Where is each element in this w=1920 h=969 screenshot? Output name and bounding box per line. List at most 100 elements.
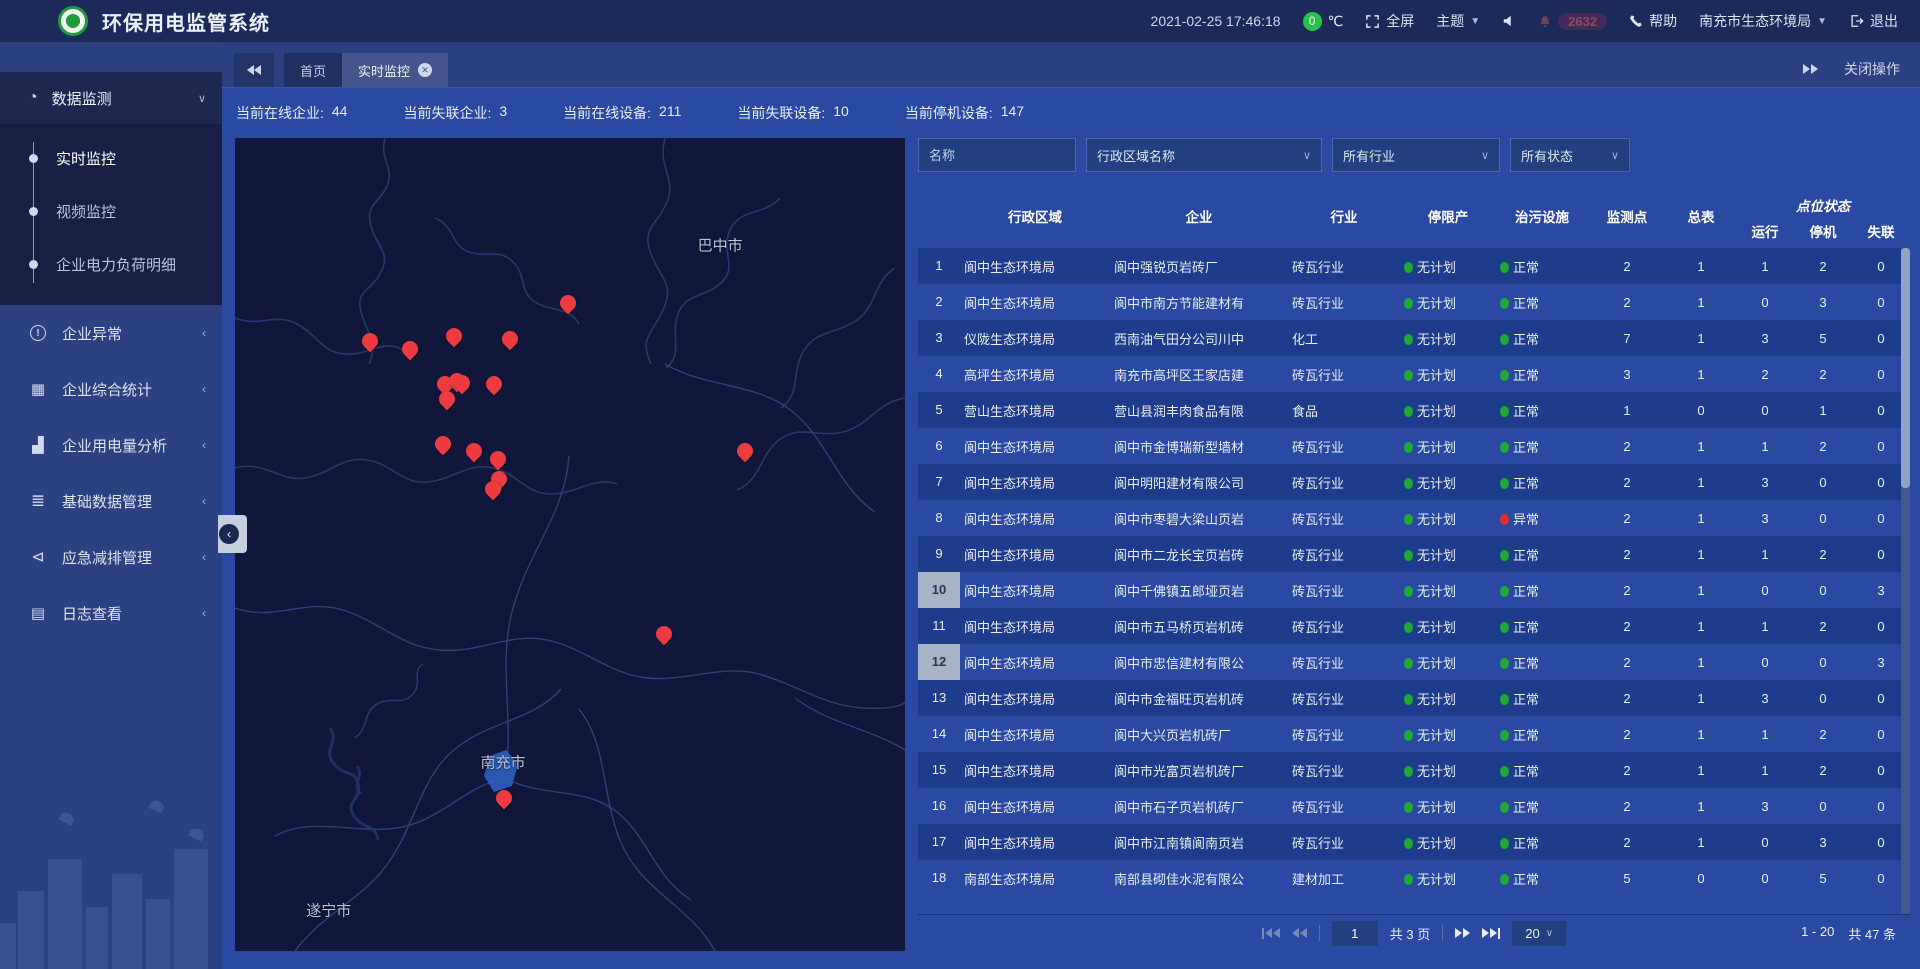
table-row[interactable]: 2 阆中生态环境局 阆中市南方节能建材有 砖瓦行业 无计划 正常 bbox=[918, 284, 1910, 320]
map-pin-icon[interactable] bbox=[445, 328, 463, 346]
table-row[interactable]: 1 阆中生态环境局 阆中强锐页岩砖厂 砖瓦行业 无计划 正常 2 bbox=[918, 248, 1910, 284]
mute-button[interactable] bbox=[1502, 14, 1516, 28]
row-index: 18 bbox=[918, 860, 960, 896]
close-icon[interactable]: ✕ bbox=[418, 63, 432, 77]
help-button[interactable]: 帮助 bbox=[1629, 11, 1677, 31]
sidebar-item[interactable]: 基础数据管理 ‹ bbox=[0, 473, 222, 529]
map-pin-icon[interactable] bbox=[501, 331, 519, 349]
bullet-dot-icon bbox=[29, 154, 38, 163]
table-row[interactable]: 7 阆中生态环境局 阆中明阳建材有限公司 砖瓦行业 无计划 正常 bbox=[918, 464, 1910, 500]
treatment-label: 正常 bbox=[1513, 332, 1539, 347]
sidebar-subitem[interactable]: 视频监控 bbox=[0, 185, 222, 238]
industry-select[interactable]: 所有行业 ∨ bbox=[1332, 138, 1500, 172]
table-row[interactable]: 15 阆中生态环境局 阆中市光富页岩机砖厂 砖瓦行业 无计划 正常 bbox=[918, 752, 1910, 788]
cell-run: 0 bbox=[1736, 403, 1794, 418]
stat-value: 3 bbox=[499, 103, 507, 123]
map-pin-icon[interactable] bbox=[736, 443, 754, 461]
first-page-button[interactable] bbox=[1262, 928, 1280, 939]
fullscreen-button[interactable]: 全屏 bbox=[1365, 11, 1414, 31]
app-logo-icon bbox=[58, 6, 88, 36]
cell-monitor-points: 2 bbox=[1588, 763, 1666, 778]
table-row[interactable]: 5 营山生态环境局 营山县润丰肉食品有限 食品 无计划 正常 1 bbox=[918, 392, 1910, 428]
close-operations-button[interactable]: 关闭操作 bbox=[1844, 59, 1900, 79]
logout-button[interactable]: 退出 bbox=[1849, 11, 1898, 31]
sidebar-item[interactable]: 日志查看 ‹ bbox=[0, 585, 222, 641]
map-pin-icon[interactable] bbox=[401, 341, 419, 359]
table-row[interactable]: 11 阆中生态环境局 阆中市五马桥页岩机砖 砖瓦行业 无计划 正常 bbox=[918, 608, 1910, 644]
status-dot-icon bbox=[1404, 658, 1413, 669]
sidebar-item-label: 日志查看 bbox=[62, 603, 122, 624]
table-row[interactable]: 4 高坪生态环境局 南充市高坪区王家店建 砖瓦行业 无计划 正常 bbox=[918, 356, 1910, 392]
tabs-scroll-right-button[interactable] bbox=[1803, 64, 1818, 74]
table-row[interactable]: 8 阆中生态环境局 阆中市枣碧大梁山页岩 砖瓦行业 无计划 异常 bbox=[918, 500, 1910, 536]
map-pin-icon[interactable] bbox=[434, 436, 452, 454]
table-scrollbar[interactable] bbox=[1901, 248, 1910, 914]
cell-company: 阆中市忠信建材有限公 bbox=[1110, 653, 1288, 672]
table-row[interactable]: 13 阆中生态环境局 阆中市金福旺页岩机砖 砖瓦行业 无计划 正常 bbox=[918, 680, 1910, 716]
sidebar-subitem[interactable]: 实时监控 bbox=[0, 132, 222, 185]
tabs-scroll-left-button[interactable] bbox=[234, 53, 274, 87]
notifications-button[interactable]: 2632 bbox=[1538, 13, 1607, 30]
row-index: 9 bbox=[918, 536, 960, 572]
cell-treatment: 正常 bbox=[1496, 617, 1588, 636]
map-city-label: 遂宁市 bbox=[306, 900, 351, 921]
map-pin-icon[interactable] bbox=[484, 481, 502, 499]
col-total-meter: 总表 bbox=[1666, 206, 1736, 226]
table-row[interactable]: 16 阆中生态环境局 阆中市石子页岩机砖厂 砖瓦行业 无计划 正常 bbox=[918, 788, 1910, 824]
sidebar-item[interactable]: 企业异常 ‹ bbox=[0, 305, 222, 361]
sidebar-subitem[interactable]: 企业电力负荷明细 bbox=[0, 238, 222, 291]
table-row[interactable]: 18 南部生态环境局 南部县砌佳水泥有限公 建材加工 无计划 正常 bbox=[918, 860, 1910, 896]
tab-home[interactable]: 首页 bbox=[284, 53, 342, 87]
cell-run: 3 bbox=[1736, 799, 1794, 814]
stat-value: 44 bbox=[332, 103, 348, 123]
stop-limit-label: 无计划 bbox=[1417, 332, 1456, 347]
map-pin-icon[interactable] bbox=[438, 391, 456, 409]
region-select[interactable]: 行政区域名称 ∨ bbox=[1086, 138, 1322, 172]
table-row[interactable]: 14 阆中生态环境局 阆中大兴页岩机砖厂 砖瓦行业 无计划 正常 bbox=[918, 716, 1910, 752]
map-pin-icon[interactable] bbox=[361, 333, 379, 351]
cell-run: 3 bbox=[1736, 691, 1794, 706]
map-pin-icon[interactable] bbox=[485, 376, 503, 394]
cell-total-meter: 1 bbox=[1666, 547, 1736, 562]
map-pin-icon[interactable] bbox=[453, 375, 471, 393]
last-page-button[interactable] bbox=[1482, 928, 1500, 939]
map-pin-icon[interactable] bbox=[655, 626, 673, 644]
divider bbox=[1319, 925, 1320, 941]
map-pin-icon[interactable] bbox=[465, 443, 483, 461]
map-pin-icon[interactable] bbox=[489, 451, 507, 469]
next-page-button[interactable] bbox=[1455, 928, 1470, 938]
table-row[interactable]: 17 阆中生态环境局 阆中市江南镇阆南页岩 砖瓦行业 无计划 正常 bbox=[918, 824, 1910, 860]
theme-dropdown[interactable]: 主题 ▼ bbox=[1436, 11, 1480, 31]
tab-realtime-monitoring[interactable]: 实时监控 ✕ bbox=[342, 53, 448, 87]
cell-region: 阆中生态环境局 bbox=[960, 473, 1110, 492]
table-row[interactable]: 3 仪陇生态环境局 西南油气田分公司川中 化工 无计划 正常 7 bbox=[918, 320, 1910, 356]
name-search-input[interactable] bbox=[918, 138, 1076, 172]
table-row[interactable]: 9 阆中生态环境局 阆中市二龙长宝页岩砖 砖瓦行业 无计划 正常 bbox=[918, 536, 1910, 572]
stat-item: 当前在线设备: 211 bbox=[563, 103, 681, 123]
sidebar-item[interactable]: 应急减排管理 ‹ bbox=[0, 529, 222, 585]
cell-company: 营山县润丰肉食品有限 bbox=[1110, 401, 1288, 420]
prev-page-button[interactable] bbox=[1292, 928, 1307, 938]
map-panel[interactable]: 巴中市 南充市 遂宁市 bbox=[235, 138, 905, 951]
status-select[interactable]: 所有状态 ∨ bbox=[1510, 138, 1630, 172]
table-row[interactable]: 6 阆中生态环境局 阆中市金博瑞新型墙材 砖瓦行业 无计划 正常 bbox=[918, 428, 1910, 464]
stop-limit-label: 无计划 bbox=[1417, 620, 1456, 635]
map-collapse-handle[interactable]: ‹ bbox=[218, 515, 247, 553]
sidebar-item-data-monitoring[interactable]: ◔ 数据监测 ∨ bbox=[0, 72, 222, 124]
table-row[interactable]: 10 阆中生态环境局 阆中千佛镇五郎垭页岩 砖瓦行业 无计划 正常 bbox=[918, 572, 1910, 608]
table-row[interactable]: 12 阆中生态环境局 阆中市忠信建材有限公 砖瓦行业 无计划 正常 bbox=[918, 644, 1910, 680]
page-size-select[interactable]: 20 ∨ bbox=[1512, 921, 1566, 946]
cell-stop-limit: 无计划 bbox=[1400, 797, 1496, 816]
cell-stop: 3 bbox=[1794, 835, 1852, 850]
sidebar-item[interactable]: 企业综合统计 ‹ bbox=[0, 361, 222, 417]
chevron-left-icon: ‹ bbox=[202, 438, 206, 452]
sidebar-item[interactable]: 企业用电量分析 ‹ bbox=[0, 417, 222, 473]
scrollbar-thumb[interactable] bbox=[1901, 248, 1910, 488]
cell-stop: 2 bbox=[1794, 727, 1852, 742]
cell-total-meter: 1 bbox=[1666, 691, 1736, 706]
page-number-input[interactable] bbox=[1332, 921, 1378, 946]
map-pin-icon[interactable] bbox=[495, 790, 513, 808]
map-pin-icon[interactable] bbox=[559, 295, 577, 313]
treatment-label: 正常 bbox=[1513, 764, 1539, 779]
organization-dropdown[interactable]: 南充市生态环境局 ▼ bbox=[1699, 11, 1827, 31]
